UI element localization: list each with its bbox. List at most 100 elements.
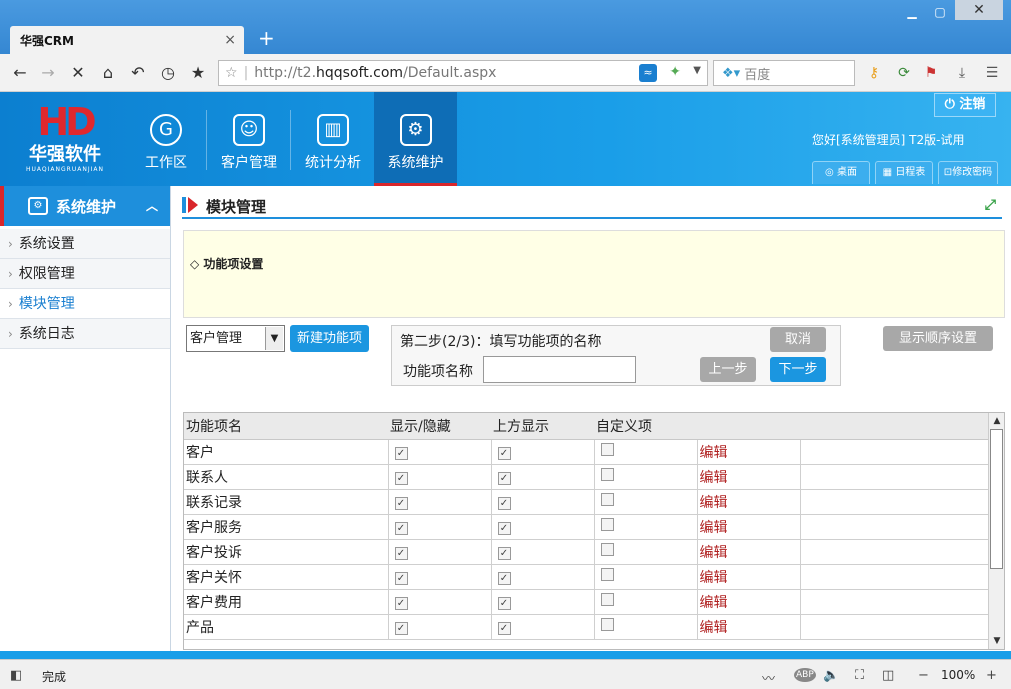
sidebar-toggle-icon[interactable]: ◧: [10, 668, 22, 683]
top-checkbox[interactable]: ✓: [497, 521, 511, 535]
change-password-button[interactable]: ⊡修改密码: [938, 161, 998, 184]
edit-link[interactable]: 编辑: [700, 520, 728, 536]
chart-ext-icon[interactable]: ≈: [639, 64, 657, 82]
prev-button[interactable]: 上一步: [700, 357, 756, 382]
edit-cell: 编辑: [697, 464, 801, 490]
custom-cell: [594, 589, 698, 615]
browser-tab[interactable]: 华强CRM ×: [10, 26, 244, 54]
home-icon[interactable]: ⌂: [98, 63, 118, 83]
custom-checkbox[interactable]: [600, 618, 614, 631]
forward-icon[interactable]: →: [38, 63, 58, 83]
nav-statistics[interactable]: ▥ 统计分析: [292, 92, 374, 186]
star-outline-icon[interactable]: ☆: [225, 65, 238, 81]
show-cell: ✓: [388, 589, 492, 615]
sidebar-item-logs[interactable]: › 系统日志: [0, 319, 170, 349]
edit-link[interactable]: 编辑: [700, 495, 728, 511]
item-name: 客户服务: [184, 514, 389, 540]
pulse-icon[interactable]: 〰: [762, 668, 775, 687]
show-checkbox[interactable]: ✓: [394, 596, 408, 610]
new-item-button[interactable]: 新建功能项: [290, 325, 369, 352]
custom-checkbox[interactable]: [600, 568, 614, 581]
nav-customer[interactable]: ☺ 客户管理: [208, 92, 290, 186]
sidebar-item-system-settings[interactable]: › 系统设置: [0, 229, 170, 259]
maximize-icon[interactable]: ▢: [928, 4, 952, 20]
edit-link[interactable]: 编辑: [700, 620, 728, 636]
window-close-icon[interactable]: ✕: [955, 0, 1003, 20]
zoom-in-icon[interactable]: +: [986, 668, 997, 683]
key-icon[interactable]: ⚷: [865, 64, 883, 82]
connect-icon[interactable]: ✦: [669, 64, 681, 80]
fullscreen-toggle-icon[interactable]: ⛶: [855, 668, 864, 683]
top-checkbox[interactable]: ✓: [497, 471, 511, 485]
custom-checkbox[interactable]: [600, 493, 614, 506]
minimize-icon[interactable]: ▁: [900, 4, 924, 20]
show-checkbox[interactable]: ✓: [394, 571, 408, 585]
title-marker-icon: [188, 197, 198, 213]
new-tab-icon[interactable]: +: [258, 28, 275, 48]
undo-icon[interactable]: ↶: [128, 63, 148, 83]
show-checkbox[interactable]: ✓: [394, 496, 408, 510]
stop-icon[interactable]: ✕: [68, 63, 88, 83]
edit-link[interactable]: 编辑: [700, 445, 728, 461]
sidebar-item-modules[interactable]: › 模块管理: [0, 289, 170, 319]
sidebar-item-permissions[interactable]: › 权限管理: [0, 259, 170, 289]
monitor-gear-icon: ⚙: [399, 114, 432, 146]
show-checkbox[interactable]: ✓: [394, 471, 408, 485]
download-icon[interactable]: ⤓: [953, 64, 971, 82]
cancel-button[interactable]: 取消: [770, 327, 826, 352]
top-checkbox[interactable]: ✓: [497, 596, 511, 610]
module-select[interactable]: 客户管理 ▼: [186, 325, 285, 352]
custom-checkbox[interactable]: [600, 518, 614, 531]
top-checkbox[interactable]: ✓: [497, 446, 511, 460]
scroll-down-icon[interactable]: ▼: [991, 634, 1003, 648]
back-icon[interactable]: ←: [10, 63, 30, 83]
workspace-icon: G: [150, 114, 182, 146]
menu-icon[interactable]: ☰: [983, 64, 1001, 82]
refresh-icon[interactable]: ⟳: [895, 64, 913, 82]
chevron-up-icon[interactable]: ︿: [146, 197, 158, 214]
nav-label: 系统维护: [387, 155, 444, 171]
show-checkbox[interactable]: ✓: [394, 446, 408, 460]
edit-link[interactable]: 编辑: [700, 545, 728, 561]
url-dropdown-icon[interactable]: ▼: [693, 65, 701, 76]
custom-checkbox[interactable]: [600, 443, 614, 456]
calendar-button[interactable]: ▦ 日程表: [875, 161, 933, 184]
tab-close-icon[interactable]: ×: [224, 32, 236, 48]
sidebar-header[interactable]: ⚙ 系统维护 ︿: [0, 186, 170, 226]
scroll-thumb[interactable]: [990, 429, 1003, 569]
bookmark-star-icon[interactable]: ★: [188, 63, 208, 83]
url-bar[interactable]: ☆ | http://t2. hqqsoft.com/Default.aspx ≈…: [218, 60, 708, 86]
zoom-out-icon[interactable]: −: [918, 668, 929, 683]
top-checkbox[interactable]: ✓: [497, 546, 511, 560]
custom-checkbox[interactable]: [600, 593, 614, 606]
logout-button[interactable]: ⏻ 注销: [934, 93, 996, 117]
split-view-icon[interactable]: ◫: [882, 668, 894, 683]
notify-icon[interactable]: ⚑: [922, 64, 940, 82]
custom-checkbox[interactable]: [600, 468, 614, 481]
show-checkbox[interactable]: ✓: [394, 621, 408, 635]
show-checkbox[interactable]: ✓: [394, 546, 408, 560]
search-input[interactable]: ❖▾ 百度: [713, 60, 855, 86]
top-checkbox[interactable]: ✓: [497, 496, 511, 510]
top-checkbox[interactable]: ✓: [497, 621, 511, 635]
desktop-button[interactable]: ◎ 桌面: [812, 161, 870, 184]
custom-cell: [594, 464, 698, 490]
nav-workspace[interactable]: G 工作区: [125, 92, 207, 186]
speaker-icon[interactable]: 🔈: [823, 668, 839, 683]
edit-link[interactable]: 编辑: [700, 570, 728, 586]
fullscreen-icon[interactable]: ⤢: [985, 197, 996, 213]
item-name: 客户: [184, 439, 389, 465]
scroll-up-icon[interactable]: ▲: [991, 414, 1003, 428]
nav-system[interactable]: ⚙ 系统维护: [374, 92, 457, 186]
history-icon[interactable]: ◷: [158, 63, 178, 83]
order-settings-button[interactable]: 显示顺序设置: [883, 326, 993, 351]
vertical-scrollbar[interactable]: ▲ ▼: [988, 413, 1004, 649]
show-checkbox[interactable]: ✓: [394, 521, 408, 535]
custom-checkbox[interactable]: [600, 543, 614, 556]
adblock-icon[interactable]: ABP: [794, 668, 816, 682]
top-checkbox[interactable]: ✓: [497, 571, 511, 585]
edit-link[interactable]: 编辑: [700, 595, 728, 611]
edit-link[interactable]: 编辑: [700, 470, 728, 486]
next-button[interactable]: 下一步: [770, 357, 826, 382]
name-input[interactable]: [483, 356, 636, 383]
